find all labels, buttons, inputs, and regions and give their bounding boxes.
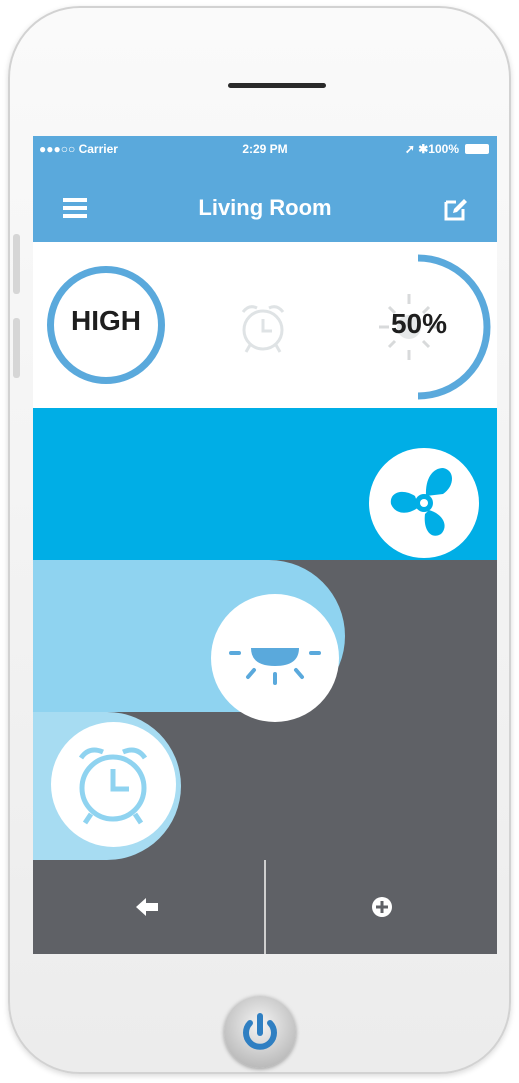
- fan-speed-label: HIGH: [71, 305, 141, 336]
- home-power-button[interactable]: [224, 996, 296, 1068]
- volume-down-button: [13, 318, 20, 378]
- power-icon: [243, 1013, 277, 1050]
- volume-up-button: [13, 234, 20, 294]
- app-screen: ●●●○○ Carrier 2:29 PM ➚ ✱100% Living Roo…: [33, 136, 497, 954]
- nav-bar: Living Room: [33, 162, 497, 242]
- dimmer-label: 50%: [390, 308, 447, 339]
- plus-circle-icon: [372, 897, 392, 917]
- fan-button[interactable]: [369, 448, 479, 558]
- status-bar: ●●●○○ Carrier 2:29 PM ➚ ✱100%: [33, 136, 497, 162]
- dimmer-dial[interactable]: 50%: [343, 252, 493, 402]
- alarm-clock-icon: [78, 747, 148, 825]
- fan-panel[interactable]: [33, 408, 497, 560]
- battery-label: ➚ ✱100%: [404, 142, 459, 156]
- edit-icon[interactable]: [443, 196, 469, 222]
- ceiling-light-icon: [229, 648, 321, 685]
- back-button[interactable]: [33, 860, 264, 954]
- page-title: Living Room: [198, 195, 332, 220]
- speaker-grille: [228, 83, 326, 88]
- alarm-button[interactable]: [51, 722, 176, 847]
- fan-icon: [390, 468, 452, 536]
- light-panel[interactable]: [33, 560, 345, 722]
- bottom-bar: [33, 860, 497, 954]
- light-button[interactable]: [211, 594, 339, 722]
- battery-icon: [465, 144, 489, 154]
- arrow-left-icon: [136, 898, 158, 916]
- device-controls: HIGH 50%: [33, 242, 497, 408]
- alarm-panel[interactable]: [33, 712, 181, 860]
- add-button[interactable]: [266, 860, 497, 954]
- alarm-clock-icon[interactable]: [237, 300, 289, 356]
- fan-speed-dial[interactable]: HIGH: [47, 266, 165, 384]
